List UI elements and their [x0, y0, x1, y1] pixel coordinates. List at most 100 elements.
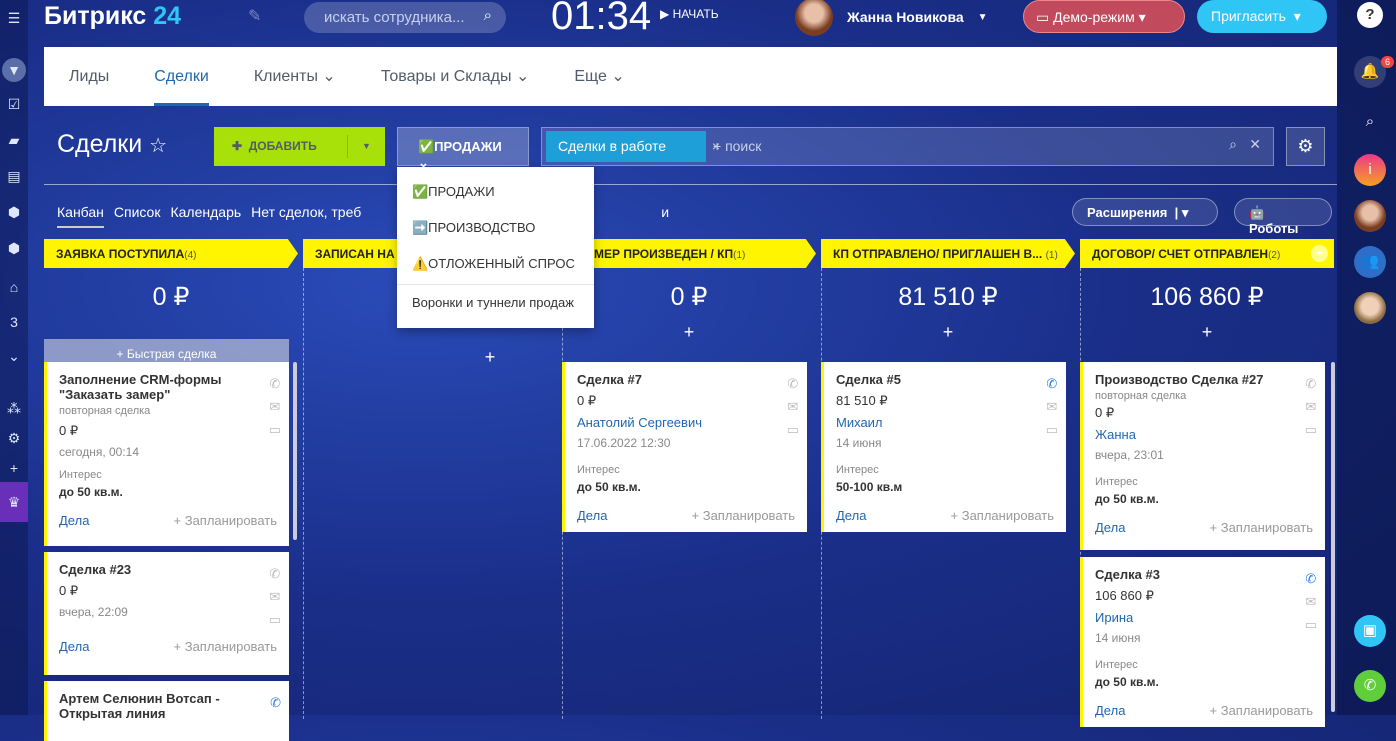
counter[interactable]: 3 [4, 312, 24, 332]
comment-icon[interactable]: ▭ [269, 608, 281, 631]
tab-leads[interactable]: Лиды [69, 47, 109, 106]
tab-deals[interactable]: Сделки [154, 47, 209, 106]
robots-button[interactable]: 🤖 Роботы [1234, 198, 1332, 236]
invite-button[interactable]: Пригласить ▾ [1197, 0, 1327, 33]
comment-icon[interactable]: ▭ [1046, 418, 1058, 441]
crm-funnel-icon[interactable]: ▼ [2, 58, 26, 82]
view-calendar[interactable]: Календарь [170, 204, 241, 228]
deal-card[interactable]: Сделка #23 0 ₽ вчера, 22:09 Дела + Заплан… [44, 552, 289, 675]
add-stage-icon[interactable]: + [1311, 245, 1328, 262]
view-kanban[interactable]: Канбан [57, 204, 104, 228]
chat-bubble-icon[interactable]: ▣ [1354, 615, 1386, 647]
phone-icon[interactable]: ✆ [1305, 567, 1317, 590]
settings-icon[interactable]: ⚙ [4, 428, 24, 448]
plan-link[interactable]: + Запланировать [692, 508, 795, 523]
search-icon[interactable]: ⌕ [1354, 106, 1386, 138]
more-icon[interactable]: ⌄ [4, 346, 24, 366]
scrollbar[interactable] [293, 362, 297, 540]
phone-icon[interactable]: ✆ [787, 372, 799, 395]
plan-link[interactable]: + Запланировать [951, 508, 1054, 523]
tab-clients[interactable]: Клиенты ⌄ [254, 47, 336, 106]
contact-link[interactable]: Михаил [836, 415, 1054, 430]
contact-link[interactable]: Анатолий Сергеевич [577, 415, 795, 430]
pipeline-selector[interactable]: ✅ПРОДАЖИ ⌄ [397, 127, 529, 170]
logo[interactable]: Битрикс 24 [44, 2, 181, 31]
comment-icon[interactable]: ▭ [1305, 613, 1317, 636]
deal-card[interactable]: Сделка #3 106 860 ₽ Ирина 14 июня Интере… [1080, 557, 1325, 727]
menu-item-deferred[interactable]: ⚠️ОТЛОЖЕННЫЙ СПРОС [397, 246, 594, 282]
filter-chip[interactable]: Сделки в работе × [546, 131, 720, 162]
info-icon[interactable]: i [1354, 154, 1386, 186]
deals-link[interactable]: Дела [59, 513, 89, 528]
plan-link[interactable]: + Запланировать [1210, 703, 1313, 718]
box-icon[interactable]: ⬢ [4, 202, 24, 222]
view-more[interactable]: и [661, 204, 669, 228]
avatar[interactable] [1354, 292, 1386, 324]
plan-link[interactable]: + Запланировать [1210, 520, 1313, 535]
user-menu[interactable]: Жанна Новикова ▼ [795, 0, 988, 36]
deal-card[interactable]: Артем Селюнин Вотсап - Открытая линия ✆ [44, 681, 289, 741]
menu-icon[interactable]: ☰ [4, 8, 24, 28]
menu-item-funnels[interactable]: Воронки и туннели продаж [397, 284, 594, 320]
contact-link[interactable]: Жанна [1095, 427, 1313, 442]
add-icon[interactable]: + [4, 458, 24, 478]
mail-icon[interactable]: ✉ [269, 395, 281, 418]
start-workday-button[interactable]: ▶ НАЧАТЬ [660, 7, 719, 21]
add-button[interactable]: ✚ ДОБАВИТЬ ▼ [214, 127, 385, 166]
extensions-button[interactable]: Расширения | ▾ [1072, 198, 1218, 226]
mail-icon[interactable]: ✉ [1305, 395, 1317, 418]
contact-link[interactable]: Ирина [1095, 610, 1313, 625]
deal-card[interactable]: Сделка #7 0 ₽ Анатолий Сергеевич 17.06.2… [562, 362, 807, 532]
mail-icon[interactable]: ✉ [269, 585, 281, 608]
add-dropdown-icon[interactable]: ▼ [347, 135, 385, 158]
crown-icon[interactable]: ♛ [0, 482, 28, 522]
tab-products[interactable]: Товары и Склады ⌄ [381, 47, 530, 106]
menu-item-sales[interactable]: ✅ПРОДАЖИ [397, 174, 594, 210]
star-icon[interactable]: ☆ [149, 135, 167, 157]
phone-icon[interactable]: ✆ [270, 691, 281, 714]
stage-header[interactable]: КП ОТПРАВЛЕНО/ ПРИГЛАШЕН В... (1) [821, 239, 1075, 268]
mail-icon[interactable]: ✉ [787, 395, 799, 418]
filter-search-input[interactable]: Сделки в работе × + поиск ⌕ ✕ [541, 127, 1274, 166]
clear-icon[interactable]: ✕ [1249, 136, 1261, 153]
contacts-icon[interactable]: ▤ [4, 166, 24, 186]
scrollbar[interactable] [1331, 362, 1335, 712]
mail-icon[interactable]: ✉ [1305, 590, 1317, 613]
comment-icon[interactable]: ▭ [1305, 418, 1317, 441]
deals-link[interactable]: Дела [577, 508, 607, 523]
add-deal-button[interactable]: + [821, 322, 1075, 343]
phone-icon[interactable]: ✆ [269, 372, 281, 395]
tasks-icon[interactable]: ☑ [4, 94, 24, 114]
tab-more[interactable]: Еще ⌄ [574, 47, 624, 106]
view-no-activity[interactable]: Нет сделок, треб [251, 204, 361, 228]
deal-card[interactable]: Заполнение CRM-формы "Заказать замер" по… [44, 362, 289, 546]
stage-header[interactable]: ЗАЯВКА ПОСТУПИЛА(4) [44, 239, 298, 268]
phone-icon[interactable]: ✆ [1046, 372, 1058, 395]
settings-button[interactable]: ⚙ [1286, 127, 1325, 166]
mail-icon[interactable]: ✉ [1046, 395, 1058, 418]
phone-icon[interactable]: ✆ [1305, 372, 1317, 395]
deals-link[interactable]: Дела [1095, 520, 1125, 535]
add-deal-button[interactable]: + [303, 347, 557, 368]
menu-item-production[interactable]: ➡️ПРОИЗВОДСТВО [397, 210, 594, 246]
stage-header[interactable]: ДОГОВОР/ СЧЕТ ОТПРАВЛЕН(2) + [1080, 239, 1334, 268]
help-icon[interactable]: ? [1357, 2, 1383, 28]
group-chat-icon[interactable]: 👥 [1354, 246, 1386, 278]
plan-link[interactable]: + Запланировать [174, 513, 277, 528]
comment-icon[interactable]: ▭ [269, 418, 281, 441]
add-deal-button[interactable]: + [1080, 322, 1334, 343]
stage-header[interactable]: МЕР ПРОИЗВЕДЕН / КП(1) [562, 239, 816, 268]
home-icon[interactable]: ⌂ [4, 277, 24, 297]
deal-card[interactable]: Сделка #5 81 510 ₽ Михаил 14 июня Интере… [821, 362, 1066, 532]
deals-link[interactable]: Дела [59, 639, 89, 654]
view-list[interactable]: Список [114, 204, 161, 228]
comment-icon[interactable]: ▭ [787, 418, 799, 441]
phone-icon[interactable]: ✆ [269, 562, 281, 585]
deals-link[interactable]: Дела [1095, 703, 1125, 718]
demo-mode-button[interactable]: ▭ Демо-режим ▾ [1023, 0, 1185, 33]
employee-search-input[interactable]: искать сотрудника... ⌕ [304, 2, 506, 33]
deal-card[interactable]: Производство Сделка #27 повторная сделка… [1080, 362, 1325, 550]
chat-icon[interactable]: ▰ [4, 130, 24, 150]
sitemap-icon[interactable]: ⁂ [4, 398, 24, 418]
add-deal-button[interactable]: + [562, 322, 816, 343]
